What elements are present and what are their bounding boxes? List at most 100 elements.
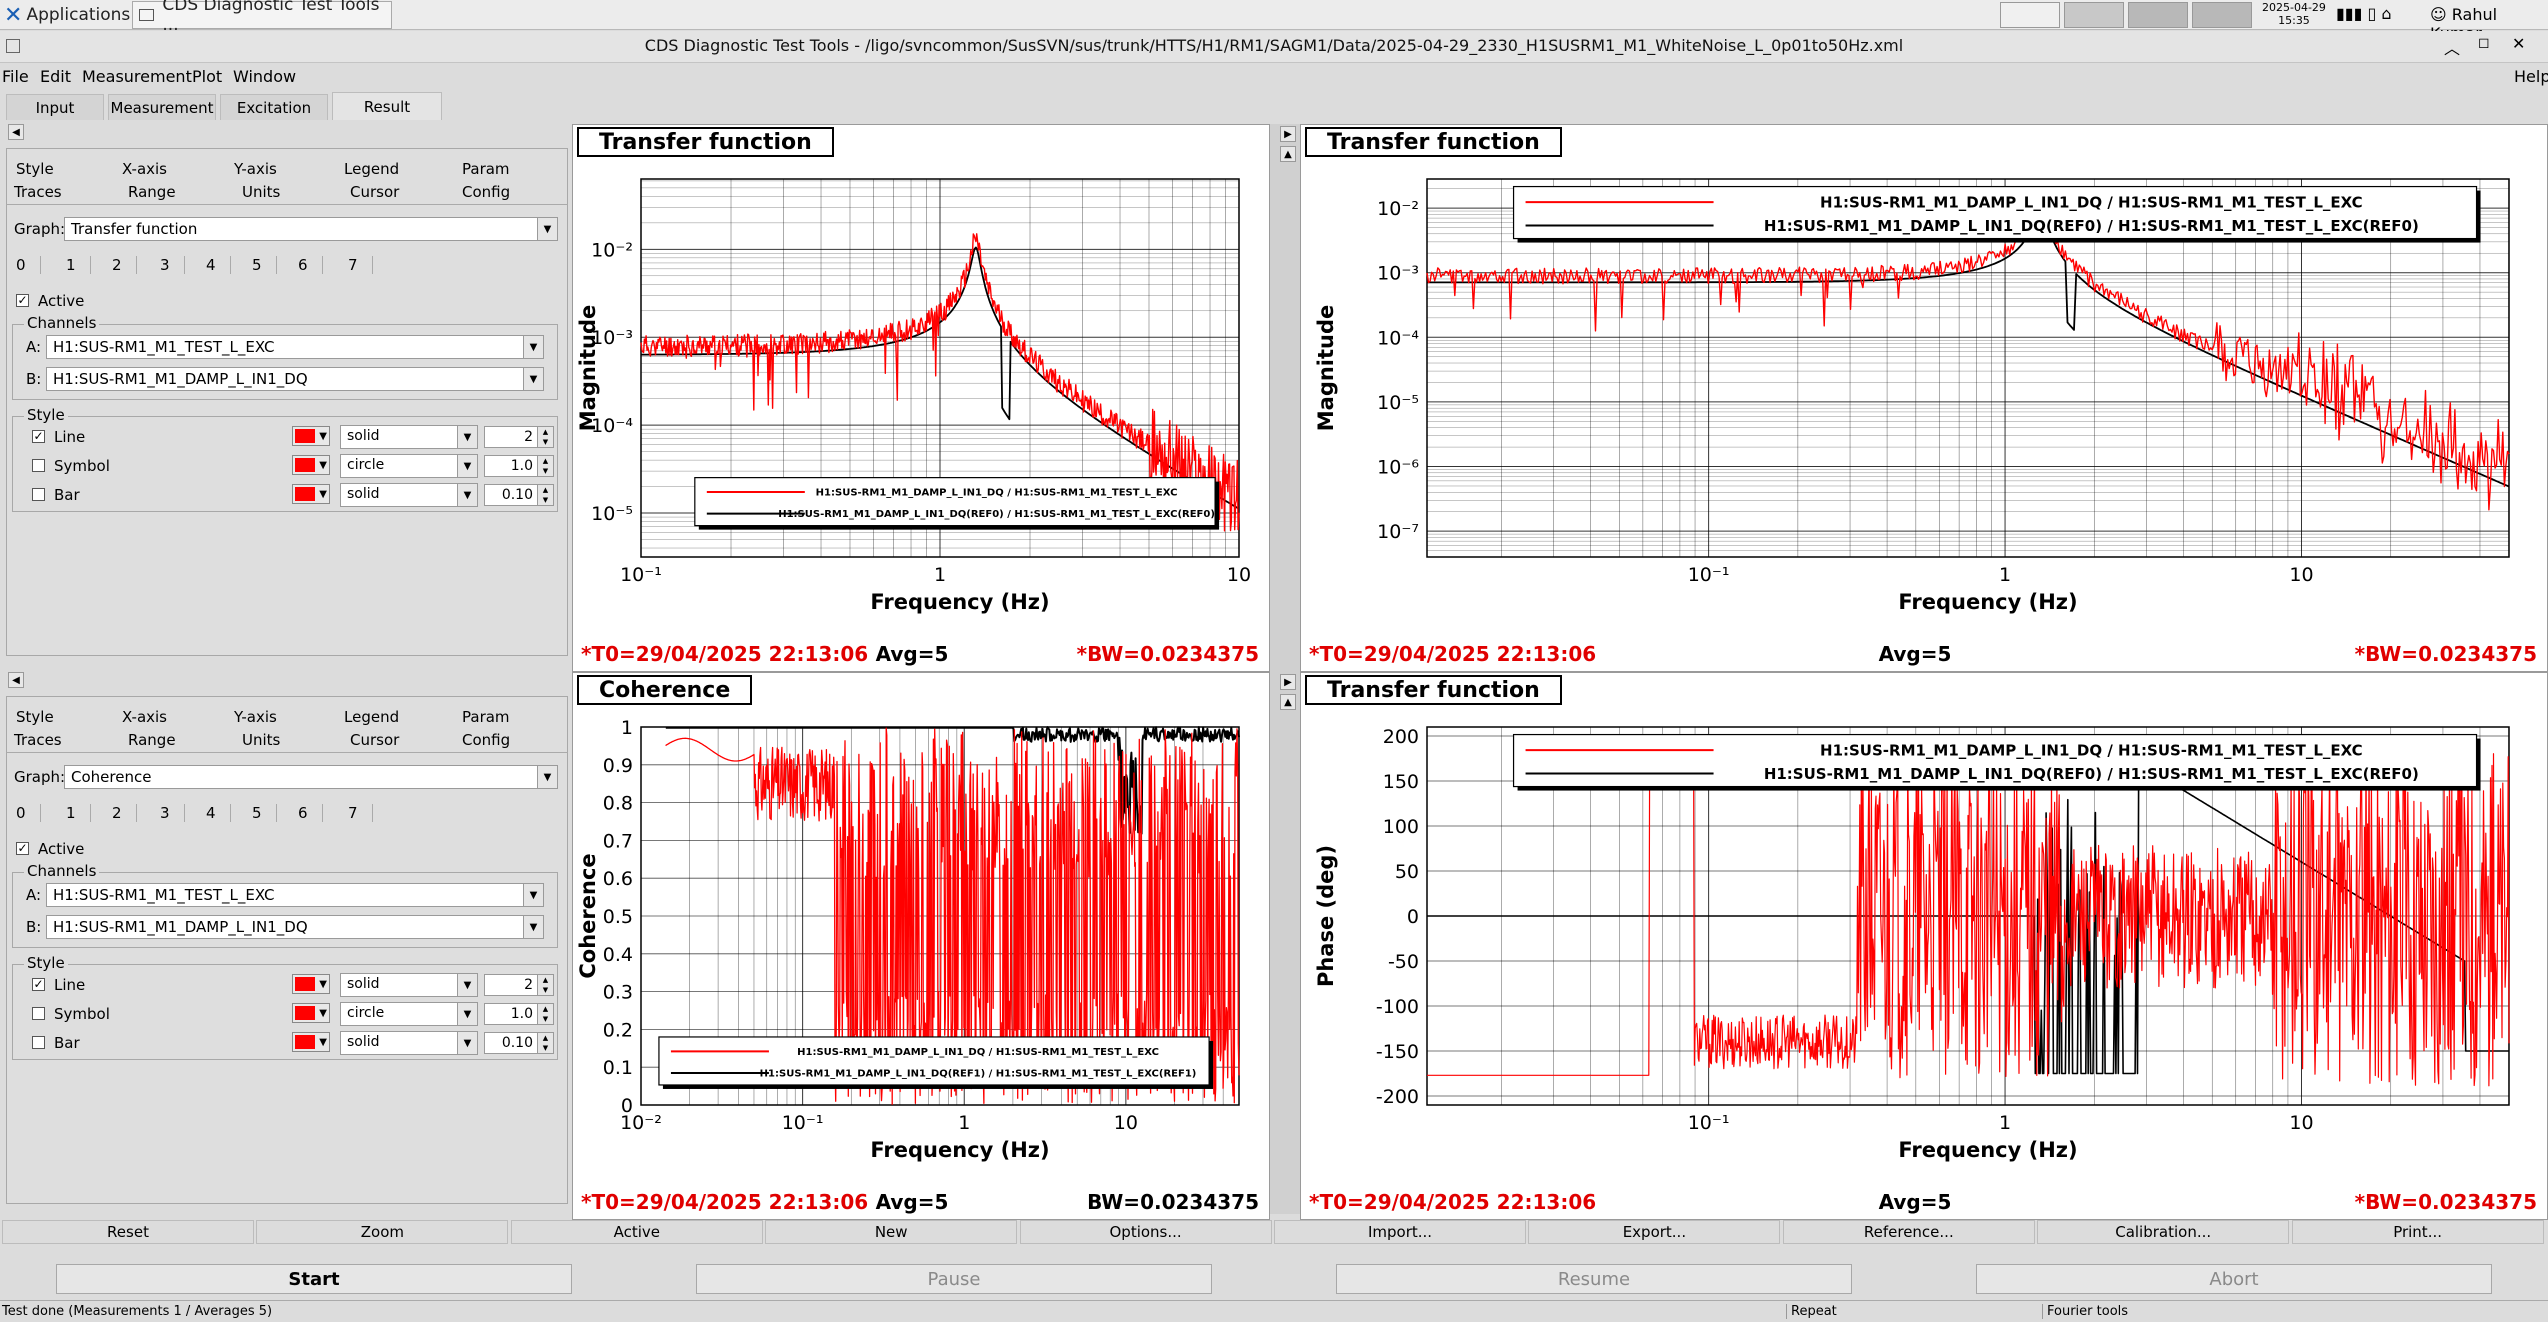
panel-top-trace-tab-3[interactable]: 3: [160, 256, 185, 274]
panel-bottom-trace-tab-5[interactable]: 5: [252, 804, 277, 822]
panel-bottom-subtab-traces[interactable]: Traces: [14, 731, 62, 749]
applications-menu[interactable]: ✕ Applications: [0, 1, 130, 29]
panel-top-subtab-config[interactable]: Config: [462, 183, 510, 201]
close-icon[interactable]: ✕: [2512, 34, 2525, 53]
menu-help[interactable]: Help: [2514, 67, 2548, 86]
menu-plot[interactable]: Plot: [192, 67, 222, 86]
panel-top-subtab-range[interactable]: Range: [128, 183, 176, 201]
panel-bottom-subtab-units[interactable]: Units: [242, 731, 280, 749]
reference-button[interactable]: Reference...: [1782, 1220, 2035, 1244]
battery-icon[interactable]: ▯: [2368, 4, 2377, 23]
reset-button[interactable]: Reset: [2, 1220, 254, 1244]
plot-4-frame[interactable]: 10⁻¹ 1 10 -200 -150 -100 -50 0 50 100 150 200 Freque…: [1300, 672, 2548, 1220]
workspace-2[interactable]: [2064, 2, 2124, 28]
panel-top-bar-style-select[interactable]: solid ▼: [340, 483, 478, 507]
tab-excitation[interactable]: Excitation: [220, 94, 328, 120]
spinner-arrows-icon[interactable]: ▲ ▼: [537, 975, 553, 995]
panel-bottom-graph-select[interactable]: Coherence ▼: [64, 765, 558, 789]
panel-bottom-subtab-config[interactable]: Config: [462, 731, 510, 749]
network-icon[interactable]: ⌂: [2381, 4, 2391, 23]
panel-top-trace-tab-1[interactable]: 1: [66, 256, 91, 274]
spinner-arrows-icon[interactable]: ▲ ▼: [537, 1004, 553, 1024]
panel-top-line-color-picker[interactable]: ▼: [292, 426, 330, 446]
panel-bottom-line-color-picker[interactable]: ▼: [292, 974, 330, 994]
panel-bottom-subtab-x-axis[interactable]: X-axis: [122, 708, 167, 726]
panel-top-subtab-cursor[interactable]: Cursor: [350, 183, 399, 201]
panel-bottom-subtab-cursor[interactable]: Cursor: [350, 731, 399, 749]
signal-icon[interactable]: ▮▮▮: [2336, 4, 2362, 23]
panel-bottom-symbol-style-select[interactable]: circle ▼: [340, 1002, 478, 1026]
panel-bottom-symbol-checkbox[interactable]: [32, 1007, 45, 1020]
panel-top-subtab-legend[interactable]: Legend: [344, 160, 399, 178]
menu-file[interactable]: File: [2, 67, 29, 86]
panel-bottom-line-checkbox[interactable]: ✓: [32, 978, 45, 991]
panel-top-bar-checkbox[interactable]: [32, 488, 45, 501]
panel-top-subtab-style[interactable]: Style: [16, 160, 54, 178]
panel-bottom-symbol-color-picker[interactable]: ▼: [292, 1003, 330, 1023]
minimize-icon[interactable]: ︿: [2444, 35, 2460, 59]
panel-top-symbol-checkbox[interactable]: [32, 459, 45, 472]
plot-3-canvas[interactable]: 10⁻² 10⁻¹ 1 1000.10.20.30.40.50.60.70.80.91…: [573, 673, 1269, 1219]
calibration-button[interactable]: Calibration...: [2037, 1220, 2290, 1244]
panel-top-subtab-y-axis[interactable]: Y-axis: [234, 160, 277, 178]
panel-top-subtab-traces[interactable]: Traces: [14, 183, 62, 201]
panel-bottom-subtab-style[interactable]: Style: [16, 708, 54, 726]
panel-top-collapse-icon[interactable]: ◀: [8, 124, 24, 140]
panel-top-symbol-size-spinner[interactable]: 1.0 ▲ ▼: [484, 455, 554, 477]
pause-button[interactable]: Pause: [696, 1264, 1212, 1294]
panel-bottom-trace-tab-6[interactable]: 6: [298, 804, 323, 822]
clock[interactable]: 2025-04-29 15:35: [2262, 1, 2326, 27]
panel-bottom-collapse-icon[interactable]: ◀: [8, 672, 24, 688]
menu-window[interactable]: Window: [233, 67, 296, 86]
panel-bottom-line-size-spinner[interactable]: 2 ▲ ▼: [484, 974, 554, 996]
panel-bottom-trace-tab-7[interactable]: 7: [348, 804, 373, 822]
plot-2-frame[interactable]: 10⁻¹ 1 10 10⁻⁷ 10⁻⁶ 10⁻⁵ 10⁻⁴ 10⁻³ 10⁻² Frequency…: [1300, 124, 2548, 672]
panel-top-trace-tab-7[interactable]: 7: [348, 256, 373, 274]
window-menu-icon[interactable]: [6, 39, 20, 53]
workspace-4[interactable]: [2192, 2, 2252, 28]
panel-top-trace-tab-4[interactable]: 4: [206, 256, 231, 274]
panel-top-subtab-param[interactable]: Param: [462, 160, 510, 178]
panel-bottom-active-checkbox[interactable]: ✓: [16, 842, 29, 855]
export-button[interactable]: Export...: [1528, 1220, 1781, 1244]
tab-input[interactable]: Input: [6, 94, 104, 120]
zoom-button[interactable]: Zoom: [256, 1220, 509, 1244]
panel-bottom-bar-color-picker[interactable]: ▼: [292, 1032, 330, 1052]
panel-top-subtab-x-axis[interactable]: X-axis: [122, 160, 167, 178]
panel-bottom-line-style-select[interactable]: solid ▼: [340, 973, 478, 997]
panel-bottom-bar-checkbox[interactable]: [32, 1036, 45, 1049]
menu-edit[interactable]: Edit: [40, 67, 71, 86]
collapse-up-icon-2[interactable]: ▲: [1280, 694, 1296, 710]
spinner-arrows-icon[interactable]: ▲ ▼: [537, 1033, 553, 1053]
spinner-arrows-icon[interactable]: ▲ ▼: [537, 485, 553, 505]
panel-bottom-bar-style-select[interactable]: solid ▼: [340, 1031, 478, 1055]
plot-3-frame[interactable]: 10⁻² 10⁻¹ 1 10 0 0.1 0.2 0.3 0.4 0.5 0.6 0.7 0.8 0.9 1…: [572, 672, 1270, 1220]
panel-bottom-subtab-param[interactable]: Param: [462, 708, 510, 726]
collapse-up-icon[interactable]: ▲: [1280, 146, 1296, 162]
panel-bottom-channel-a-select[interactable]: H1:SUS-RM1_M1_TEST_L_EXC ▼: [46, 883, 544, 907]
panel-top-symbol-style-select[interactable]: circle ▼: [340, 454, 478, 478]
start-button[interactable]: Start: [56, 1264, 572, 1294]
panel-bottom-trace-tab-2[interactable]: 2: [112, 804, 137, 822]
workspace-1[interactable]: [2000, 2, 2060, 28]
panel-top-graph-select[interactable]: Transfer function ▼: [64, 217, 558, 241]
plot-1-canvas[interactable]: 10⁻¹ 1 1010⁻⁵10⁻⁴10⁻³10⁻²Frequency (Hz)Mag…: [573, 125, 1269, 671]
panel-top-active-checkbox[interactable]: ✓: [16, 294, 29, 307]
panel-bottom-subtab-legend[interactable]: Legend: [344, 708, 399, 726]
panel-top-bar-color-picker[interactable]: ▼: [292, 484, 330, 504]
panel-top-line-checkbox[interactable]: ✓: [32, 430, 45, 443]
panel-top-line-style-select[interactable]: solid ▼: [340, 425, 478, 449]
abort-button[interactable]: Abort: [1976, 1264, 2492, 1294]
panel-top-channel-a-select[interactable]: H1:SUS-RM1_M1_TEST_L_EXC ▼: [46, 335, 544, 359]
panel-top-trace-tab-6[interactable]: 6: [298, 256, 323, 274]
panel-bottom-trace-tab-0[interactable]: 0: [16, 804, 41, 822]
workspace-3[interactable]: [2128, 2, 2188, 28]
maximize-icon[interactable]: ◻: [2478, 35, 2490, 51]
panel-bottom-bar-size-spinner[interactable]: 0.10 ▲ ▼: [484, 1032, 554, 1054]
new-button[interactable]: New: [765, 1220, 1018, 1244]
collapse-right-icon-2[interactable]: ▶: [1280, 674, 1296, 690]
panel-bottom-symbol-size-spinner[interactable]: 1.0 ▲ ▼: [484, 1003, 554, 1025]
panel-bottom-channel-b-select[interactable]: H1:SUS-RM1_M1_DAMP_L_IN1_DQ ▼: [46, 915, 544, 939]
panel-top-trace-tab-5[interactable]: 5: [252, 256, 277, 274]
panel-top-subtab-units[interactable]: Units: [242, 183, 280, 201]
